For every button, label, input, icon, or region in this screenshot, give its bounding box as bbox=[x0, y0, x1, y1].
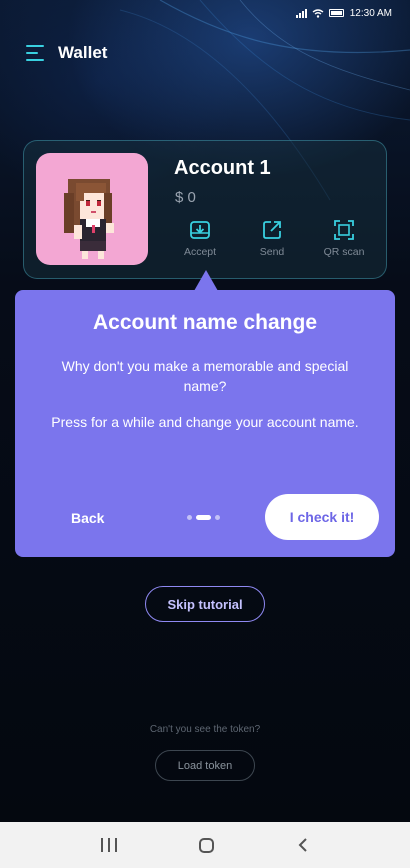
tutorial-tooltip: Account name change Why don't you make a… bbox=[15, 290, 395, 557]
accept-label: Accept bbox=[183, 246, 217, 258]
status-icons bbox=[295, 8, 344, 18]
signal-icon bbox=[295, 8, 307, 18]
page-dot bbox=[215, 515, 220, 520]
recent-apps-icon[interactable] bbox=[101, 838, 118, 852]
wifi-icon bbox=[312, 8, 324, 18]
account-card[interactable]: Account 1 $ 0 Accept Send QR scan bbox=[23, 140, 387, 279]
page-indicator bbox=[187, 515, 220, 520]
send-button[interactable]: Send bbox=[236, 219, 308, 258]
token-hint: Can't you see the token? bbox=[149, 724, 261, 735]
back-nav-icon[interactable] bbox=[297, 837, 309, 853]
system-nav-bar bbox=[0, 822, 410, 868]
status-time: 12:30 AM bbox=[349, 7, 392, 19]
app-header: Wallet bbox=[26, 38, 107, 68]
tooltip-instruction: Press for a while and change your accoun… bbox=[51, 414, 359, 430]
external-link-icon bbox=[263, 221, 281, 239]
account-balance: $ 0 bbox=[175, 189, 196, 206]
qr-scan-label: QR scan bbox=[323, 246, 365, 258]
page-dot-active bbox=[196, 515, 211, 520]
confirm-button[interactable]: I check it! bbox=[265, 494, 379, 540]
tooltip-description: Why don't you make a memorable and speci… bbox=[61, 358, 349, 394]
status-bar: 12:30 AM bbox=[0, 0, 410, 26]
send-label: Send bbox=[259, 246, 285, 258]
account-actions: Accept Send QR scan bbox=[164, 219, 380, 258]
avatar[interactable] bbox=[36, 153, 148, 265]
account-name[interactable]: Account 1 bbox=[174, 157, 271, 180]
back-button[interactable]: Back bbox=[71, 510, 104, 526]
hamburger-menu-icon[interactable] bbox=[26, 45, 44, 61]
home-icon[interactable] bbox=[199, 837, 215, 853]
skip-tutorial-button[interactable]: Skip tutorial bbox=[145, 586, 265, 622]
qr-scan-button[interactable]: QR scan bbox=[308, 219, 380, 258]
pixel-character-avatar bbox=[64, 179, 114, 259]
battery-icon bbox=[328, 9, 344, 17]
scan-frame-icon bbox=[334, 220, 354, 240]
accept-button[interactable]: Accept bbox=[164, 219, 236, 258]
page-dot bbox=[187, 515, 192, 520]
page-title: Wallet bbox=[58, 43, 108, 62]
load-token-button[interactable]: Load token bbox=[155, 750, 255, 781]
tooltip-pointer bbox=[194, 270, 218, 291]
tooltip-title: Account name change bbox=[92, 311, 318, 334]
download-tray-icon bbox=[190, 221, 210, 239]
